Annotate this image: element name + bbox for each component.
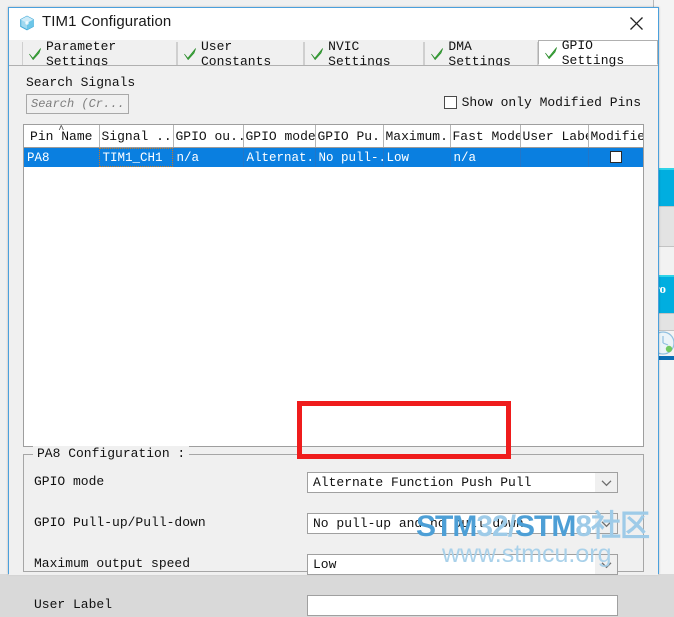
- green-check-icon: [310, 47, 324, 61]
- green-check-icon: [544, 46, 558, 60]
- configuration-group-title: PA8 Configuration :: [33, 446, 190, 461]
- column-header-maximum[interactable]: Maximum...: [383, 125, 451, 148]
- sort-ascending-icon: ˄: [58, 125, 65, 134]
- column-label: Modified: [590, 128, 644, 144]
- cell-fast-mode[interactable]: n/a: [450, 147, 521, 167]
- tab-label: Parameter Settings: [46, 38, 117, 69]
- max-output-speed-combo[interactable]: Low: [307, 554, 618, 575]
- green-check-icon: [183, 47, 197, 61]
- gpio-mode-label: GPIO mode: [34, 474, 105, 489]
- cell-maximum[interactable]: Low: [383, 147, 451, 167]
- max-output-speed-value: Low: [313, 557, 337, 572]
- checkbox-icon[interactable]: [443, 96, 457, 109]
- column-label: User Label: [522, 128, 588, 144]
- stm-cube-icon: [19, 15, 35, 31]
- column-header-gpio-mode[interactable]: GPIO mode: [243, 125, 316, 148]
- cell-modified[interactable]: [588, 147, 643, 167]
- tab-parameter-settings[interactable]: Parameter Settings: [22, 39, 177, 69]
- cell-user-label[interactable]: [520, 147, 589, 167]
- screen: ro TIM1 Configuration Parameter Settings…: [0, 0, 674, 616]
- chevron-down-icon[interactable]: [595, 514, 617, 533]
- pins-table[interactable]: ˄ Pin Name Signal ... GPIO ou... GPIO mo…: [23, 124, 644, 447]
- field-row-gpio-mode: GPIO mode Alternate Function Push Pull: [24, 472, 643, 494]
- search-input[interactable]: [26, 94, 129, 114]
- gpio-pull-combo[interactable]: No pull-up and no pull-down: [307, 513, 618, 534]
- user-label-label: User Label: [34, 597, 113, 612]
- green-check-icon: [430, 47, 444, 61]
- dialog-titlebar[interactable]: TIM1 Configuration: [9, 8, 658, 40]
- modified-checkbox-icon[interactable]: [610, 151, 622, 164]
- column-header-user-label[interactable]: User Label: [520, 125, 589, 148]
- field-row-gpio-pull: GPIO Pull-up/Pull-down No pull-up and no…: [24, 513, 643, 535]
- tab-gpio-settings[interactable]: GPIO Settings: [537, 37, 658, 68]
- tab-label: NVIC Settings: [328, 38, 391, 69]
- column-header-fast-mode[interactable]: Fast Mode: [450, 125, 521, 148]
- cell-signal[interactable]: TIM1_CH1: [99, 147, 174, 167]
- table-row[interactable]: PA8 TIM1_CH1 n/a Alternat... No pull-...…: [24, 147, 643, 167]
- tab-label: GPIO Settings: [561, 37, 625, 68]
- show-only-modified-pins-label: Show only Modified Pins: [461, 95, 641, 110]
- field-row-max-speed: Maximum output speed Low: [24, 554, 643, 576]
- column-header-signal[interactable]: Signal ...: [99, 125, 174, 148]
- tab-user-constants[interactable]: User Constants: [176, 39, 305, 69]
- pin-configuration-group: PA8 Configuration : GPIO mode Alternate …: [23, 446, 644, 616]
- tab-nvic-settings[interactable]: NVIC Settings: [304, 39, 425, 69]
- column-label: Fast Mode: [452, 128, 520, 144]
- green-check-icon: [28, 47, 42, 61]
- column-label: GPIO mode: [245, 128, 315, 144]
- column-header-modified[interactable]: Modified: [588, 125, 643, 148]
- search-area: Search Signals Show only Modified Pins: [9, 66, 658, 124]
- gpio-mode-combo[interactable]: Alternate Function Push Pull: [307, 472, 618, 493]
- column-header-pin-name[interactable]: ˄ Pin Name: [24, 125, 100, 148]
- tab-label: DMA Settings: [448, 38, 511, 69]
- chevron-down-icon[interactable]: [595, 473, 617, 492]
- tab-label: User Constants: [200, 38, 272, 69]
- tab-strip: Parameter Settings User Constants NVIC S…: [9, 37, 658, 69]
- column-header-gpio-pull[interactable]: GPIO Pu...: [315, 125, 384, 148]
- column-label: GPIO Pu...: [317, 128, 383, 144]
- close-icon: [629, 16, 643, 30]
- chevron-down-icon[interactable]: [595, 555, 617, 574]
- user-label-input[interactable]: [307, 595, 618, 616]
- cell-gpio-pull[interactable]: No pull-...: [315, 147, 384, 167]
- field-row-user-label: User Label: [24, 595, 643, 617]
- show-only-modified-pins-checkbox[interactable]: Show only Modified Pins: [443, 95, 641, 110]
- close-button[interactable]: [614, 8, 658, 38]
- column-label: Maximum...: [385, 128, 450, 144]
- cell-pin-name[interactable]: PA8: [24, 147, 100, 167]
- search-signals-label: Search Signals: [26, 75, 136, 90]
- gpio-pull-label: GPIO Pull-up/Pull-down: [34, 515, 206, 530]
- gpio-pull-value: No pull-up and no pull-down: [313, 516, 524, 531]
- max-output-speed-label: Maximum output speed: [34, 556, 191, 571]
- column-label: Signal ...: [101, 128, 173, 144]
- column-header-gpio-output[interactable]: GPIO ou...: [173, 125, 244, 148]
- cell-gpio-output[interactable]: n/a: [173, 147, 244, 167]
- column-label: GPIO ou...: [175, 128, 243, 144]
- gpio-settings-panel: Search Signals Show only Modified Pins: [9, 66, 658, 616]
- tab-dma-settings[interactable]: DMA Settings: [424, 39, 538, 69]
- gpio-mode-value: Alternate Function Push Pull: [313, 475, 532, 490]
- page-title: TIM1 Configuration: [42, 13, 172, 30]
- tim1-configuration-dialog: TIM1 Configuration Parameter Settings Us…: [8, 7, 659, 616]
- cell-gpio-mode[interactable]: Alternat...: [243, 147, 316, 167]
- table-header-row: ˄ Pin Name Signal ... GPIO ou... GPIO mo…: [24, 125, 643, 148]
